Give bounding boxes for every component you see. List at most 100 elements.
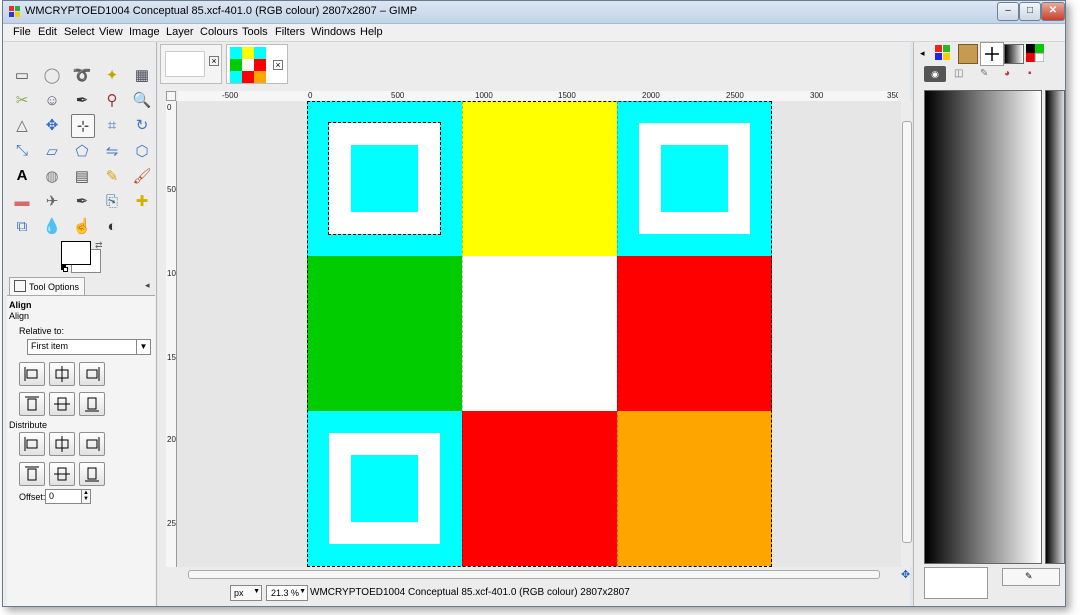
swap-colors-icon[interactable]: ⇄ [95,240,103,251]
tool-flip[interactable]: ⇋ [101,140,123,162]
tool-ellipse-select[interactable]: ◯ [41,64,63,86]
tool-align[interactable]: ⊹ [71,114,95,139]
tool-fuzzy-select[interactable]: ✦ [101,64,123,86]
tool-measure[interactable]: △ [11,114,33,136]
undo-history-icon[interactable]: ◕ [1004,68,1010,79]
close-button[interactable]: ✕ [1041,2,1065,21]
align-middle-button[interactable] [49,392,75,416]
horizontal-scrollbar[interactable] [178,569,894,579]
tool-smudge[interactable]: ☝ [71,215,93,237]
menu-windows[interactable]: Windows [311,26,356,38]
close-tab-2-icon[interactable]: × [273,60,283,70]
tool-paths[interactable]: ✒ [71,89,93,111]
tool-foreground-select[interactable]: ☺ [41,89,63,111]
distribute-middle-button[interactable] [49,462,75,486]
tool-heal[interactable]: ✚ [131,190,153,212]
quick-mask-corner[interactable] [166,91,176,101]
image-canvas[interactable] [307,101,772,567]
tool-shear[interactable]: ▱ [41,140,63,162]
vertical-scrollbar[interactable] [901,101,912,567]
tool-rect-select[interactable]: ▭ [11,64,33,86]
gradient-preview-secondary[interactable] [1045,90,1065,564]
menu-help[interactable]: Help [360,26,383,38]
menu-edit[interactable]: Edit [38,26,57,38]
menu-image[interactable]: Image [129,26,160,38]
offset-input[interactable]: 0 [45,489,83,504]
tool-bucket-fill[interactable]: ◍ [41,165,63,187]
menu-filters[interactable]: Filters [275,26,305,38]
colors-tab[interactable] [1026,44,1045,63]
tool-eraser[interactable]: ▬ [11,190,33,212]
tool-move[interactable]: ✥ [41,114,63,136]
tool-perspective[interactable]: ⬠ [71,140,93,162]
align-center-button[interactable] [49,362,75,386]
distribute-top-button[interactable] [19,462,45,486]
align-right-button[interactable] [79,362,105,386]
tool-ink[interactable]: ✒ [71,190,93,212]
gradient-tab[interactable] [1004,44,1024,64]
tool-color-picker[interactable]: ⚲ [101,89,123,111]
default-colors-icon[interactable] [61,265,68,272]
zoom-dropdown-icon[interactable]: ▼ [299,588,306,595]
images-icon[interactable]: ▪ [1028,68,1032,79]
menu-view[interactable]: View [99,26,123,38]
menu-tools[interactable]: Tools [242,26,268,38]
edit-brush-button[interactable]: ✎ [1002,568,1060,586]
brush-tab[interactable] [980,42,1004,66]
distribute-bottom-button[interactable] [79,462,105,486]
relative-to-select[interactable]: First item ▼ [27,339,151,355]
tool-cage[interactable]: ⬡ [131,140,153,162]
menu-file[interactable]: File [13,26,31,38]
tool-free-select[interactable]: ➰ [71,64,93,86]
tool-airbrush[interactable]: ✈ [41,190,63,212]
tool-paintbrush[interactable]: 🖌 [131,165,153,187]
tool-blend[interactable]: ▤ [71,165,93,187]
pattern-tab[interactable] [958,44,978,64]
image-tab-2[interactable]: × [226,44,288,84]
tool-scale[interactable]: ⤡ [11,140,33,162]
brush-preview[interactable] [924,567,988,599]
distribute-center-button[interactable] [49,432,75,456]
close-tab-1-icon[interactable]: × [209,56,219,66]
tool-select-by-color[interactable]: ▦ [131,64,153,86]
channels-icon[interactable]: ◫ [954,68,963,79]
paths-icon[interactable]: ✎ [980,68,988,79]
menu-select[interactable]: Select [64,26,95,38]
menu-colours[interactable]: Colours [200,26,238,38]
tool-scissors[interactable]: ✂ [11,89,33,111]
foreground-color-swatch[interactable] [61,241,91,265]
gradient-preview[interactable] [924,90,1042,564]
vertical-ruler[interactable]: 0 500 1000 1500 2000 2500 [166,101,177,567]
tool-zoom[interactable]: 🔍 [131,89,153,111]
dock-menu-icon[interactable]: ◂ [920,48,925,59]
tool-rotate[interactable]: ↻ [131,114,153,136]
tool-pencil[interactable]: ✎ [101,165,123,187]
tool-blur[interactable]: 💧 [41,215,63,237]
zoom-select[interactable]: 21.3 % ▼ [266,585,308,601]
distribute-left-button[interactable] [19,432,45,456]
unit-dropdown-icon[interactable]: ▼ [253,588,260,595]
horizontal-scroll-thumb[interactable] [188,570,880,579]
tool-perspective-clone[interactable]: ⧉ [11,215,33,237]
maximize-button[interactable]: □ [1019,2,1041,21]
tab-tool-options[interactable]: Tool Options [9,277,85,296]
minimize-button[interactable]: – [997,2,1019,21]
layers-tab[interactable]: ◉ [924,66,946,82]
tool-dodge-burn[interactable]: ◐ [101,215,123,237]
panel-menu-icon[interactable]: ◂ [145,280,150,291]
distribute-right-button[interactable] [79,432,105,456]
selection-marquee[interactable] [328,122,441,235]
tool-crop[interactable]: ⌗ [101,114,123,136]
align-top-button[interactable] [19,392,45,416]
tool-clone[interactable]: ⎘ [101,190,123,212]
vertical-scroll-thumb[interactable] [902,121,912,543]
unit-select[interactable]: px ▼ [230,585,262,601]
dropdown-arrow-icon[interactable]: ▼ [136,340,150,354]
navigate-icon[interactable]: ✥ [901,568,910,581]
menu-layer[interactable]: Layer [166,26,194,38]
align-left-button[interactable] [19,362,45,386]
canvas-area[interactable] [177,101,903,567]
palette-tab[interactable] [934,44,952,62]
image-tab-1[interactable]: × [160,44,222,84]
align-bottom-button[interactable] [79,392,105,416]
